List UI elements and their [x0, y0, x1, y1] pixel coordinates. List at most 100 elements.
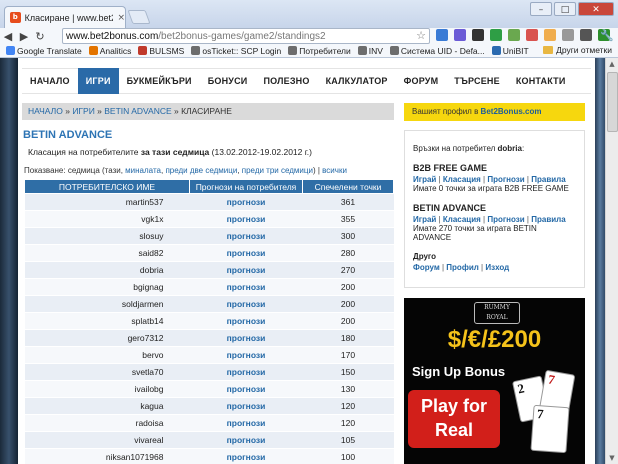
betin-play-link[interactable]: Играй: [413, 215, 436, 224]
bookmark-icon: [288, 46, 298, 55]
menu-item-contacts[interactable]: КОНТАКТИ: [508, 68, 574, 94]
browser-tab[interactable]: b Класиране | www.bet2bonu ×: [4, 6, 126, 28]
extension-icon-3[interactable]: [472, 29, 484, 41]
filter-last-week[interactable]: миналата: [125, 166, 161, 175]
b2b-game-title: B2B FREE GAME: [413, 163, 488, 173]
betin-game-title: BETIN ADVANCE: [413, 203, 487, 213]
breadcrumb-home[interactable]: НАЧАЛО: [28, 106, 63, 116]
user-links-heading: Връзки на потребител dobria:: [413, 144, 525, 153]
reload-icon[interactable]: ↻: [32, 30, 48, 43]
table-row: vgk1x прогнози 355: [24, 210, 394, 228]
points-cell: 200: [302, 295, 394, 313]
other-bookmarks[interactable]: Други отметки: [543, 45, 612, 55]
extension-icon-8[interactable]: [580, 29, 592, 41]
minimize-icon[interactable]: –: [530, 2, 552, 16]
predictions-link[interactable]: прогнози: [189, 380, 303, 398]
predictions-link[interactable]: прогнози: [189, 295, 303, 313]
menu-item-home[interactable]: НАЧАЛО: [22, 68, 78, 94]
other-links-title: Друго: [413, 252, 437, 261]
menu-item-useful[interactable]: ПОЛЕЗНО: [255, 68, 317, 94]
predictions-link[interactable]: прогнози: [189, 227, 303, 245]
page-title: BETIN ADVANCE: [23, 129, 113, 141]
profile-link[interactable]: Bet2Bonus.com: [481, 107, 542, 116]
menu-item-calculator[interactable]: КАЛКУЛАТОР: [318, 68, 396, 94]
predictions-link[interactable]: прогнози: [189, 397, 303, 415]
points-cell: 270: [302, 261, 394, 279]
rummy-royal-ad-banner[interactable]: RUMMY ROYAL $/€/£200 Sign Up Bonus Play …: [404, 298, 585, 464]
predictions-link[interactable]: прогнози: [189, 193, 303, 211]
points-cell: 355: [302, 210, 394, 228]
forum-link[interactable]: Форум: [413, 263, 440, 272]
logout-link[interactable]: Изход: [485, 263, 509, 272]
predictions-link[interactable]: прогнози: [189, 210, 303, 228]
menu-item-search[interactable]: ТЪРСЕНЕ: [446, 68, 508, 94]
filter-three-weeks-ago[interactable]: преди три седмици: [242, 166, 313, 175]
scroll-down-icon[interactable]: ▼: [606, 452, 618, 464]
bookmark-users[interactable]: Потребители: [288, 46, 351, 56]
b2b-play-link[interactable]: Играй: [413, 175, 436, 184]
betin-game-links: Играй | Класация | Прогнози | Правила: [413, 215, 566, 224]
points-cell: 300: [302, 227, 394, 245]
extension-icon-2[interactable]: [454, 29, 466, 41]
predictions-link[interactable]: прогнози: [189, 312, 303, 330]
extension-icon-4[interactable]: [490, 29, 502, 41]
extension-icon-7[interactable]: [544, 29, 556, 41]
betin-rules-link[interactable]: Правила: [531, 215, 565, 224]
predictions-link[interactable]: прогнози: [189, 414, 303, 432]
maximize-icon[interactable]: □: [554, 2, 576, 16]
new-tab-button[interactable]: [127, 10, 151, 24]
predictions-link[interactable]: прогнози: [189, 261, 303, 279]
bookmark-uid-system[interactable]: Система UID - Defa...: [389, 46, 485, 56]
breadcrumb-game[interactable]: BETIN ADVANCE: [104, 106, 171, 116]
vertical-scrollbar[interactable]: ▲ ▼: [605, 58, 618, 464]
extension-icon-5[interactable]: [508, 29, 520, 41]
address-bar[interactable]: www.bet2bonus.com/bet2bonus-games/game2/…: [62, 28, 430, 44]
menu-item-games[interactable]: ИГРИ: [77, 68, 119, 94]
filter-all[interactable]: всички: [322, 166, 347, 175]
trash-icon[interactable]: [562, 29, 574, 41]
username-cell: splatb14: [24, 312, 190, 330]
wrench-menu-icon[interactable]: 🔧: [600, 29, 614, 42]
bookmark-bulsms[interactable]: BULSMS: [138, 46, 184, 56]
extension-icon-6[interactable]: [526, 29, 538, 41]
bookmark-star-icon[interactable]: ☆: [416, 29, 426, 42]
tab-close-icon[interactable]: ×: [117, 13, 125, 23]
filter-two-weeks-ago[interactable]: преди две седмици: [165, 166, 237, 175]
menu-item-bookmakers[interactable]: БУКМЕЙКЪРИ: [119, 68, 200, 94]
bookmark-osticket[interactable]: osTicket:: SCP Login: [191, 46, 281, 56]
predictions-link[interactable]: прогнози: [189, 244, 303, 262]
bookmark-icon: [357, 46, 367, 55]
back-arrow-icon[interactable]: ◀: [0, 30, 16, 43]
table-row: ivailobg прогнози 130: [24, 380, 394, 398]
betin-standings-link[interactable]: Класация: [443, 215, 481, 224]
menu-item-bonuses[interactable]: БОНУСИ: [200, 68, 256, 94]
bookmark-inv[interactable]: INV: [357, 46, 383, 56]
table-row: martin537 прогнози 361: [24, 193, 394, 211]
bookmark-google-translate[interactable]: Google Translate: [6, 46, 82, 56]
site-favicon-icon: b: [10, 12, 21, 23]
breadcrumb-games[interactable]: ИГРИ: [72, 106, 95, 116]
username-cell: ivailobg: [24, 380, 190, 398]
scrollbar-thumb[interactable]: [607, 72, 618, 132]
extension-icon-1[interactable]: [436, 29, 448, 41]
predictions-link[interactable]: прогнози: [189, 329, 303, 347]
predictions-link[interactable]: прогнози: [189, 346, 303, 364]
predictions-link[interactable]: прогнози: [189, 363, 303, 381]
predictions-link[interactable]: прогнози: [189, 448, 303, 464]
forward-arrow-icon[interactable]: ▶: [16, 30, 32, 43]
username-cell: radoisa: [24, 414, 190, 432]
b2b-predictions-link[interactable]: Прогнози: [487, 175, 524, 184]
predictions-link[interactable]: прогнози: [189, 278, 303, 296]
bookmark-analitics[interactable]: Analitics: [88, 46, 131, 56]
menu-item-forum[interactable]: ФОРУМ: [396, 68, 447, 94]
play-for-real-button[interactable]: Play for Real: [408, 390, 500, 448]
betin-predictions-link[interactable]: Прогнози: [487, 215, 524, 224]
bookmark-unibit[interactable]: UniBIT: [491, 46, 529, 56]
scroll-up-icon[interactable]: ▲: [606, 58, 618, 70]
b2b-standings-link[interactable]: Класация: [443, 175, 481, 184]
window-close-icon[interactable]: ✕: [578, 2, 614, 16]
b2b-rules-link[interactable]: Правила: [531, 175, 565, 184]
predictions-link[interactable]: прогнози: [189, 431, 303, 449]
profile-page-link[interactable]: Профил: [446, 263, 479, 272]
main-menu: НАЧАЛО ИГРИ БУКМЕЙКЪРИ БОНУСИ ПОЛЕЗНО КА…: [22, 68, 591, 94]
